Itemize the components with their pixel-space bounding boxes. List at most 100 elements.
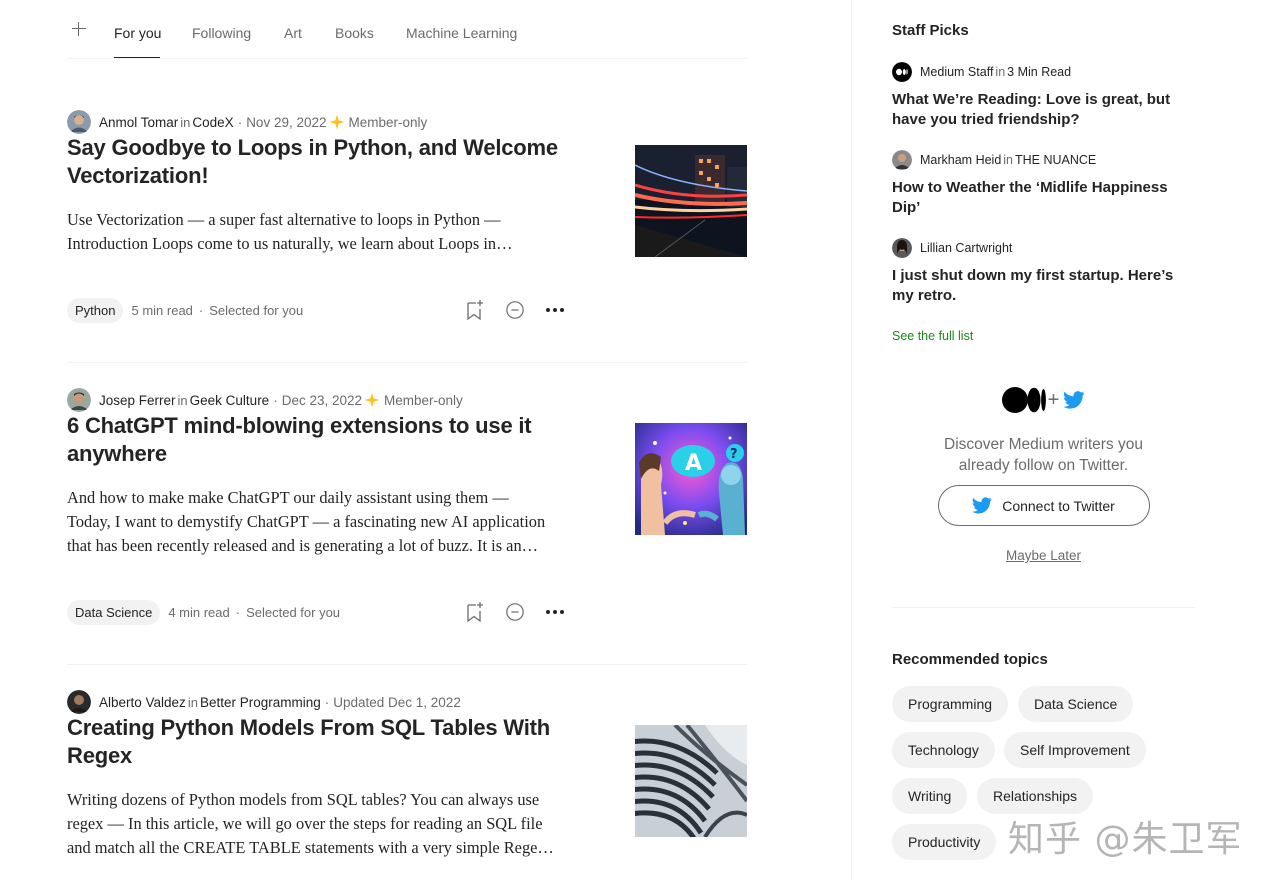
publication-name[interactable]: Geek Culture xyxy=(190,393,270,408)
tab-art[interactable]: Art xyxy=(284,25,302,41)
connect-twitter-button[interactable]: Connect to Twitter xyxy=(937,485,1150,526)
subtitle-line: that has been recently released and is g… xyxy=(67,536,539,555)
post-meta: Data Science 4 min read · Selected for y… xyxy=(67,599,340,625)
watermark-text: 知乎 @朱卫军 xyxy=(1008,819,1243,860)
topic-tag[interactable]: Python xyxy=(67,297,124,323)
post-thumbnail[interactable] xyxy=(635,145,747,257)
post-title[interactable]: Creating Python Models From SQL Tables W… xyxy=(67,714,587,770)
svg-text:?: ? xyxy=(730,447,738,462)
author-name[interactable]: Alberto Valdez xyxy=(99,695,186,710)
post-card[interactable]: Josep Ferrer in Geek Culture · Dec 23, 2… xyxy=(67,388,747,642)
post-subtitle[interactable]: And how to make make ChatGPT our daily a… xyxy=(67,486,587,558)
publication-name[interactable]: CodeX xyxy=(192,115,233,130)
recommended-topics-heading: Recommended topics xyxy=(892,651,1048,668)
post-actions xyxy=(465,297,585,323)
twitter-bird-icon xyxy=(972,497,992,514)
twitter-connect-card: + Discover Medium writers you already fo… xyxy=(892,380,1195,565)
topic-pill[interactable]: Technology xyxy=(892,732,995,768)
author-avatar[interactable] xyxy=(892,238,912,258)
author-avatar[interactable] xyxy=(892,150,912,170)
member-star-icon xyxy=(329,114,344,130)
pick-author-name[interactable]: Markham Heid xyxy=(920,153,1001,167)
pick-author: Medium Staff in 3 Min Read xyxy=(892,62,1192,82)
tab-books[interactable]: Books xyxy=(335,25,374,41)
subtitle-line: and match all the CREATE TABLE statement… xyxy=(67,838,554,857)
topic-pill[interactable]: Productivity xyxy=(892,824,997,860)
topic-pill[interactable]: Writing xyxy=(892,778,968,814)
post-title[interactable]: Say Goodbye to Loops in Python, and Welc… xyxy=(67,134,587,190)
bookmark-add-icon[interactable] xyxy=(465,299,485,321)
show-less-icon[interactable] xyxy=(505,601,525,623)
tab-following[interactable]: Following xyxy=(192,25,251,41)
topic-pill[interactable]: Relationships xyxy=(977,778,1094,814)
plus-icon[interactable] xyxy=(70,20,88,38)
more-options-icon[interactable] xyxy=(545,601,565,623)
post-card[interactable]: Anmol Tomar in CodeX · Nov 29, 2022 Memb… xyxy=(67,110,747,340)
pick-title[interactable]: What We’re Reading: Love is great, but h… xyxy=(892,90,1192,130)
staff-pick-item[interactable]: Lillian Cartwright I just shut down my f… xyxy=(892,238,1192,306)
in-label: in xyxy=(180,114,191,130)
author-avatar[interactable] xyxy=(67,388,91,412)
twitter-text-line: already follow on Twitter. xyxy=(958,457,1129,474)
connect-twitter-label: Connect to Twitter xyxy=(1002,497,1115,514)
medium-logo-icon xyxy=(1001,387,1046,413)
post-title[interactable]: 6 ChatGPT mind-blowing extensions to use… xyxy=(67,412,587,468)
pick-publication[interactable]: 3 Min Read xyxy=(1007,65,1071,79)
member-star-icon xyxy=(364,392,380,408)
author-avatar[interactable] xyxy=(67,690,91,714)
topic-tag[interactable]: Data Science xyxy=(67,599,161,625)
city-light-trails-image xyxy=(635,145,747,257)
topic-pill[interactable]: Self Improvement xyxy=(1004,732,1146,768)
pick-author-name[interactable]: Medium Staff xyxy=(920,65,993,79)
separator-dot: · xyxy=(273,392,278,408)
post-subtitle[interactable]: Writing dozens of Python models from SQL… xyxy=(67,788,587,860)
post-thumbnail[interactable] xyxy=(635,725,747,837)
subtitle-line: regex — In this article, we will go over… xyxy=(67,814,543,833)
post-card[interactable]: Alberto Valdez in Better Programming · U… xyxy=(67,690,747,880)
see-full-list-link[interactable]: See the full list xyxy=(892,329,973,343)
sidebar-divider xyxy=(851,0,852,880)
in-label: in xyxy=(1003,153,1014,167)
pick-author-name[interactable]: Lillian Cartwright xyxy=(920,241,1012,255)
separator-dot: · xyxy=(198,302,204,318)
maybe-later-link[interactable]: Maybe Later xyxy=(1006,548,1081,563)
show-less-icon[interactable] xyxy=(505,299,525,321)
post-date: Nov 29, 2022 xyxy=(246,114,327,130)
tab-machine-learning[interactable]: Machine Learning xyxy=(406,25,517,41)
post-date: Dec 23, 2022 xyxy=(281,392,363,408)
pick-title[interactable]: I just shut down my first startup. Here’… xyxy=(892,266,1192,306)
medium-logo-icon[interactable] xyxy=(892,62,912,82)
topic-pill[interactable]: Data Science xyxy=(1018,686,1134,722)
publication-name[interactable]: Better Programming xyxy=(200,695,321,710)
author-name[interactable]: Josep Ferrer xyxy=(99,393,176,408)
read-time: 5 min read xyxy=(131,302,193,318)
staff-pick-item[interactable]: Medium Staff in 3 Min Read What We’re Re… xyxy=(892,62,1192,130)
post-subtitle[interactable]: Use Vectorization — a super fast alterna… xyxy=(67,208,587,256)
in-label: in xyxy=(187,694,198,710)
more-options-icon[interactable] xyxy=(545,299,565,321)
separator-dot: · xyxy=(237,114,243,130)
post-actions xyxy=(465,599,585,625)
selected-reason: Selected for you xyxy=(209,302,304,318)
pick-publication[interactable]: THE NUANCE xyxy=(1015,153,1096,167)
author-avatar[interactable] xyxy=(67,110,91,134)
post-thumbnail[interactable]: A ? xyxy=(635,423,747,535)
subtitle-line: Introduction Loops come to us naturally,… xyxy=(67,234,513,253)
twitter-description: Discover Medium writers you already foll… xyxy=(892,434,1195,476)
author-name[interactable]: Anmol Tomar xyxy=(99,115,178,130)
subtitle-line: Use Vectorization — a super fast alterna… xyxy=(67,210,501,229)
pick-title[interactable]: How to Weather the ‘Midlife Happiness Di… xyxy=(892,178,1192,218)
twitter-bird-icon xyxy=(1063,391,1085,409)
bookmark-add-icon[interactable] xyxy=(465,601,485,623)
tab-for-you[interactable]: For you xyxy=(114,25,161,41)
tab-bar: For you Following Art Books Machine Lear… xyxy=(67,0,747,59)
separator-dot: · xyxy=(324,694,330,710)
staff-pick-item[interactable]: Markham Heid in THE NUANCE How to Weathe… xyxy=(892,150,1192,218)
post-divider xyxy=(67,664,747,665)
separator-dot: · xyxy=(235,604,241,620)
subtitle-line: Writing dozens of Python models from SQL… xyxy=(67,790,540,809)
post-divider xyxy=(67,362,747,363)
topic-pill[interactable]: Programming xyxy=(892,686,1009,722)
post-byline: Alberto Valdez in Better Programming · U… xyxy=(67,690,461,714)
read-time: 4 min read xyxy=(168,604,230,620)
